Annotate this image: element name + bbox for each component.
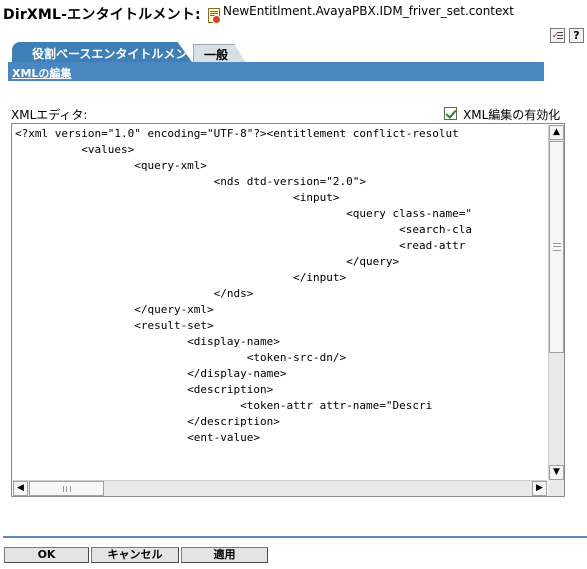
apply-button[interactable]: 適用 [181,547,268,563]
code-line: <query class-name=" [15,207,472,220]
code-line: </input> [15,271,347,284]
subtab-xml-edit-link[interactable]: XMLの編集 [12,65,71,81]
horizontal-scroll-thumb[interactable] [29,481,104,496]
vertical-scrollbar[interactable]: ▲ ▼ [548,125,564,480]
tab-role-based-entitlement[interactable]: 役割ベースエンタイトルメント [12,42,192,62]
cancel-button[interactable]: キャンセル [91,547,179,563]
code-line: <ent-value> [15,431,261,444]
tab-label: 一般 [204,48,229,62]
page-title: DirXML-エンタイトルメント: [3,7,201,23]
code-line: </display-name> [15,367,287,380]
tab-label: 役割ベースエンタイトルメント [32,47,200,61]
entitlement-object-icon [208,8,221,24]
code-line: <token-src-dn/> [15,351,347,364]
code-line: </query-xml> [15,303,214,316]
grip-icon [553,243,561,251]
code-line: <?xml version="1.0" encoding="UTF-8"?><e… [15,127,459,140]
scroll-down-arrow-icon[interactable]: ▼ [549,465,564,480]
xml-editor-textarea[interactable]: <?xml version="1.0" encoding="UTF-8"?><e… [11,123,565,497]
code-line: <display-name> [15,335,280,348]
enable-xml-edit-checkbox[interactable] [444,107,457,120]
scroll-up-arrow-icon[interactable]: ▲ [549,125,564,140]
code-line: </query> [15,255,400,268]
code-line: <query-xml> [15,159,208,172]
enable-xml-edit-label: XML編集の有効化 [463,108,561,122]
code-line: <values> [15,143,135,156]
code-line: <search-cla [15,223,472,236]
xml-editor-label: XMLエディタ: [11,108,88,122]
horizontal-scrollbar[interactable]: ◀ ▶ [13,480,547,496]
grip-icon [63,486,71,492]
code-line: </nds> [15,287,254,300]
code-line: <result-set> [15,319,214,332]
tab-general[interactable]: 一般 [193,44,245,62]
code-line: <nds dtd-version="2.0"> [15,175,366,188]
footer-divider [3,536,587,538]
code-line: <input> [15,191,340,204]
object-name: NewEntitlment.AvayaPBX.IDM_friver_set.co… [223,4,514,18]
code-line: <token-attr attr-name="Descri [15,399,433,412]
scroll-left-arrow-icon[interactable]: ◀ [13,481,28,496]
scroll-right-arrow-icon[interactable]: ▶ [532,481,547,496]
code-line: </description> [15,415,280,428]
checklist-icon[interactable]: ✓ [550,28,565,43]
scrollbar-corner [548,480,564,496]
ok-button[interactable]: OK [4,547,89,563]
code-line: <read-attr [15,239,466,252]
vertical-scroll-thumb[interactable] [549,141,564,353]
code-line: <description> [15,383,274,396]
help-icon[interactable]: ? [569,28,584,43]
xml-code-content[interactable]: <?xml version="1.0" encoding="UTF-8"?><e… [15,126,545,474]
subtab-bar: XMLの編集 [8,62,544,81]
